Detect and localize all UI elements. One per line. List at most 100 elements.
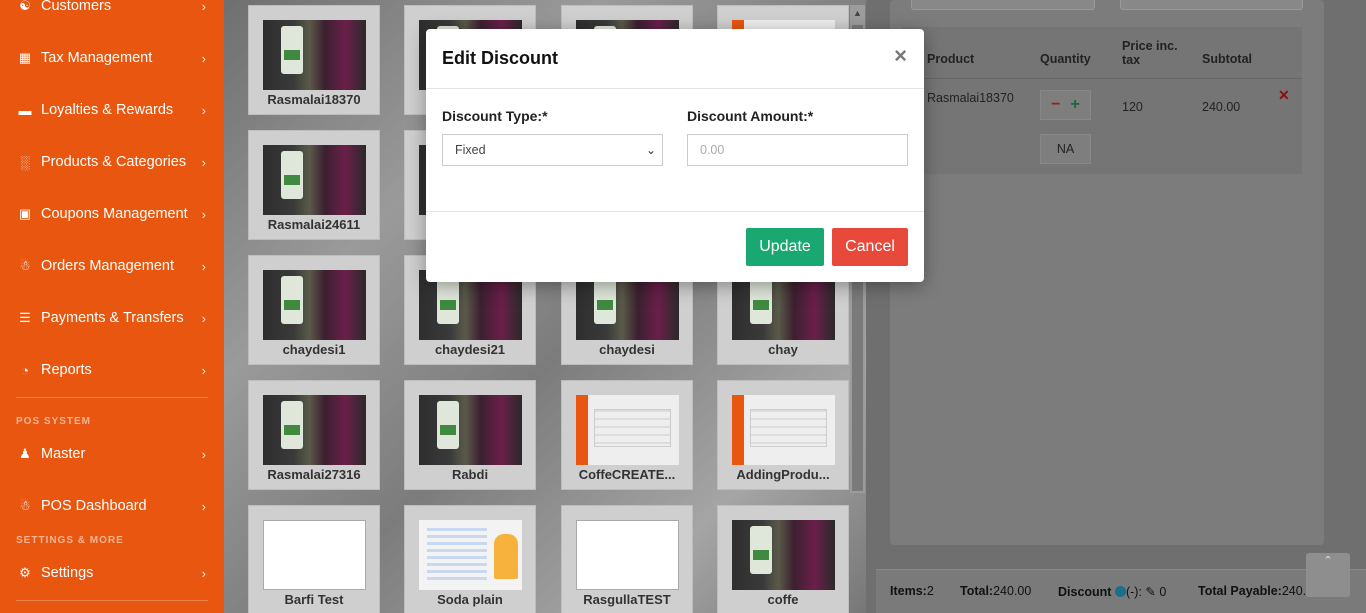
- product-name: Rasmalai24611: [267, 217, 361, 232]
- discount-type-value: Fixed: [455, 143, 486, 157]
- chevron-down-icon: ⌄: [645, 143, 656, 157]
- product-image: [419, 395, 522, 465]
- sidebar-item-loyalties[interactable]: ▬ Loyalties & Rewards ›: [0, 84, 224, 136]
- info-icon: [1114, 586, 1126, 597]
- edit-icon[interactable]: ✎: [1145, 585, 1155, 599]
- product-card[interactable]: Rabdi: [404, 380, 536, 490]
- total-amount: Total:240.00: [960, 584, 1032, 598]
- sidebar: ☯ Customers › ▦ Tax Management › ▬ Loyal…: [0, 0, 224, 613]
- chevron-right-icon: ›: [201, 446, 206, 462]
- customer-select[interactable]: [911, 0, 1095, 10]
- product-search[interactable]: [1120, 0, 1303, 10]
- sidebar-item-reports[interactable]: ◔ Reports ›: [0, 344, 224, 396]
- basket-icon: ░: [20, 154, 30, 170]
- product-card[interactable]: Rasmalai27316: [248, 380, 380, 490]
- close-icon[interactable]: ×: [894, 45, 907, 67]
- sidebar-item-coupons[interactable]: ▣ Coupons Management ›: [0, 188, 224, 240]
- chevron-right-icon: ›: [201, 310, 206, 326]
- sidebar-item-customers[interactable]: ☯ Customers ›: [0, 0, 224, 32]
- product-name: Rasmalai18370: [267, 92, 361, 107]
- item-note-field[interactable]: NA: [1040, 134, 1091, 164]
- sidebar-item-label: Tax Management: [41, 50, 153, 66]
- product-name: AddingProdu...: [736, 467, 830, 482]
- discount-type-label: Discount Type:*: [442, 108, 548, 124]
- users-icon: ☯: [19, 0, 31, 13]
- discount-summary: Discount (-): ✎ 0: [1058, 585, 1167, 599]
- scroll-up-arrow-icon[interactable]: ▲: [850, 5, 865, 22]
- cart-row-price: 120: [1122, 100, 1143, 114]
- product-image: [263, 270, 366, 340]
- product-name: Soda plain: [437, 592, 503, 607]
- cart-icon: ☃: [19, 258, 31, 273]
- modal-header: Edit Discount ×: [426, 29, 924, 89]
- product-card[interactable]: Barfi Test: [248, 505, 380, 613]
- total-payable: Total Payable:240.00: [1198, 584, 1321, 598]
- product-name: chay: [768, 342, 798, 357]
- product-image: [576, 395, 679, 465]
- sidebar-item-label: Settings: [41, 565, 94, 581]
- scroll-to-top-button[interactable]: ˆ: [1306, 553, 1350, 597]
- sidebar-divider: [16, 397, 208, 398]
- sidebar-item-products[interactable]: ░ Products & Categories ›: [0, 136, 224, 188]
- cart-area: Product Quantity Price inc. tax Subtotal…: [866, 0, 1366, 613]
- product-card[interactable]: Soda plain: [404, 505, 536, 613]
- discount-type-select[interactable]: Fixed ⌄: [442, 134, 663, 166]
- product-image: [732, 520, 835, 590]
- chevron-right-icon: ›: [201, 50, 206, 66]
- product-name: RasgullaTEST: [583, 592, 671, 607]
- chevron-right-icon: ›: [201, 102, 206, 118]
- chevron-right-icon: ›: [201, 362, 206, 378]
- broken-image-icon: [263, 520, 366, 590]
- user-icon: ♟: [19, 446, 31, 461]
- broken-image-icon: [576, 520, 679, 590]
- briefcase-icon: ▣: [18, 206, 32, 221]
- product-card[interactable]: coffe: [717, 505, 849, 613]
- product-name: Barfi Test: [284, 592, 344, 607]
- product-card[interactable]: Rasmalai18370: [248, 5, 380, 115]
- remove-item-icon[interactable]: ✕: [1278, 87, 1290, 104]
- minus-icon[interactable]: −: [1051, 96, 1060, 114]
- sidebar-item-pos-dashboard[interactable]: ☃ POS Dashboard ›: [0, 480, 224, 532]
- quantity-stepper[interactable]: − +: [1040, 90, 1091, 120]
- sidebar-item-orders[interactable]: ☃ Orders Management ›: [0, 240, 224, 292]
- items-count: Items:2: [890, 584, 934, 598]
- credit-card-icon: ▬: [18, 102, 32, 118]
- product-name: coffe: [767, 592, 799, 607]
- sidebar-item-tax-management[interactable]: ▦ Tax Management ›: [0, 32, 224, 84]
- cart-row-product: Rasmalai18370: [927, 91, 1014, 105]
- cart-table-header: Product Quantity Price inc. tax Subtotal: [902, 27, 1302, 79]
- sidebar-item-label: Products & Categories: [41, 154, 187, 170]
- product-name: Rabdi: [451, 467, 489, 482]
- product-image: [419, 520, 522, 590]
- product-name: CoffeCREATE...: [578, 467, 676, 482]
- product-card[interactable]: Rasmalai24611: [248, 130, 380, 240]
- section-heading-pos: POS SYSTEM: [16, 416, 92, 427]
- sidebar-item-payments[interactable]: ☰ Payments & Transfers ›: [0, 292, 224, 344]
- update-button[interactable]: Update: [746, 228, 824, 266]
- product-card[interactable]: AddingProdu...: [717, 380, 849, 490]
- product-card[interactable]: chaydesi1: [248, 255, 380, 365]
- product-card[interactable]: RasgullaTEST: [561, 505, 693, 613]
- sidebar-item-label: Customers: [41, 0, 112, 14]
- discount-amount-input[interactable]: [687, 134, 908, 166]
- chevron-right-icon: ›: [201, 258, 206, 274]
- product-image: [732, 395, 835, 465]
- product-name: chaydesi: [599, 342, 655, 357]
- plus-icon[interactable]: +: [1071, 96, 1080, 114]
- product-name: chaydesi1: [282, 342, 346, 357]
- product-image: [263, 395, 366, 465]
- sidebar-item-settings[interactable]: ⚙ Settings ›: [0, 547, 224, 599]
- totals-bar: Items:2 Total:240.00 Discount (-): ✎ 0 T…: [876, 569, 1366, 613]
- chevron-right-icon: ›: [201, 0, 206, 14]
- product-image: [263, 20, 366, 90]
- pie-chart-icon: ◔: [21, 362, 29, 378]
- cancel-button[interactable]: Cancel: [832, 228, 908, 266]
- modal-title: Edit Discount: [442, 48, 558, 68]
- sidebar-item-master[interactable]: ♟ Master ›: [0, 428, 224, 480]
- edit-discount-modal: Edit Discount × Discount Type:* Fixed ⌄ …: [426, 29, 924, 282]
- product-image: [263, 145, 366, 215]
- product-card[interactable]: CoffeCREATE...: [561, 380, 693, 490]
- product-name: chaydesi21: [434, 342, 506, 357]
- sidebar-item-label: Loyalties & Rewards: [41, 102, 174, 118]
- cart-icon: ☃: [19, 498, 31, 513]
